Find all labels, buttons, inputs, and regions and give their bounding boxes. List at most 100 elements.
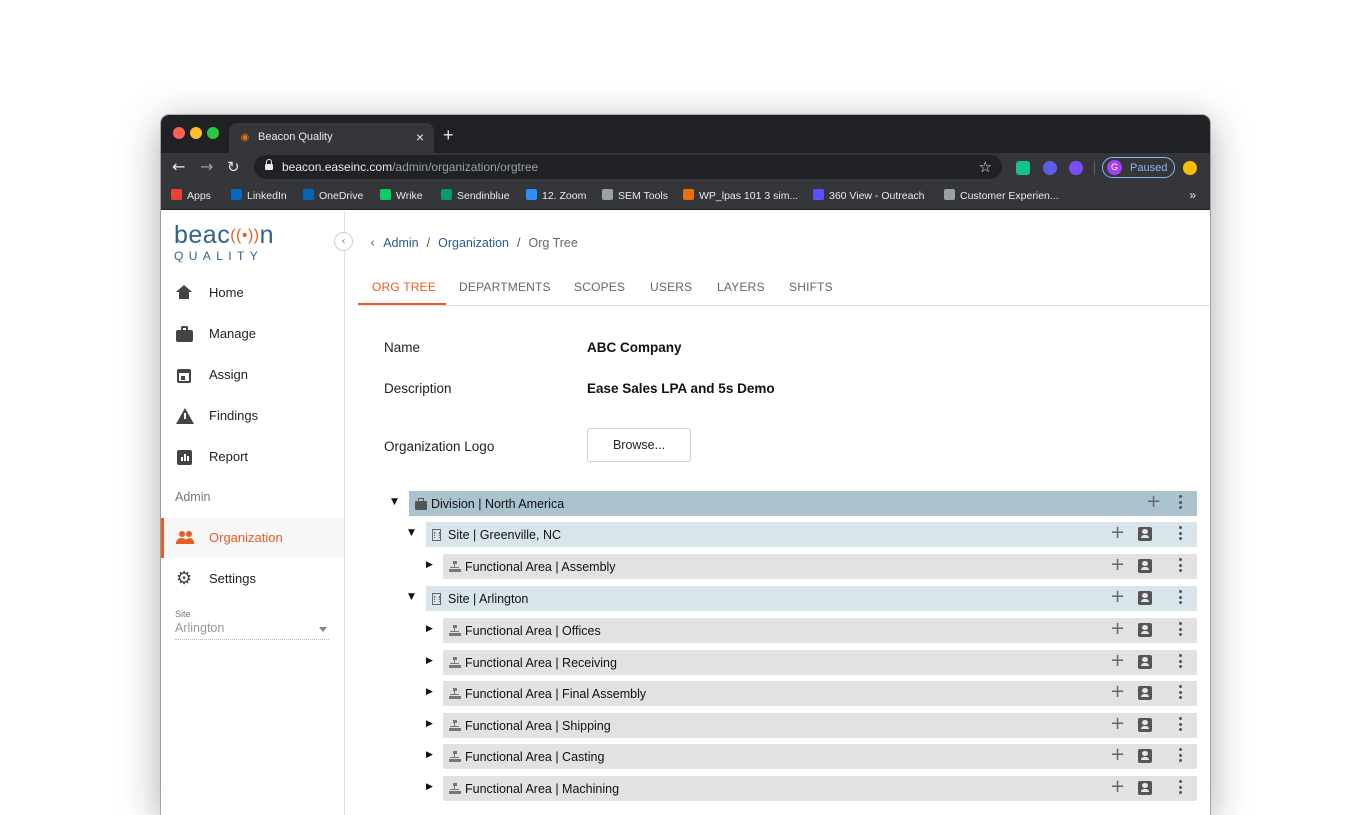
more-vert-icon[interactable] xyxy=(1179,495,1183,511)
tree-node-bar[interactable]: Functional Area | Receiving + xyxy=(443,650,1197,675)
bookmark-item[interactable]: LinkedIn xyxy=(231,189,287,202)
tab-departments[interactable]: DEPARTMENTS xyxy=(459,280,551,294)
caret-down-icon[interactable]: ▼ xyxy=(391,497,398,507)
bookmark-item[interactable]: 12. Zoom xyxy=(526,189,586,202)
bookmark-item[interactable]: Sendinblue xyxy=(441,189,510,202)
tree-node[interactable]: ▼ Site | Greenville, NC + xyxy=(345,522,1197,547)
reload-icon[interactable]: ↻ xyxy=(227,157,240,177)
bookmark-item[interactable]: 360 View - Outreach xyxy=(813,189,925,202)
caret-right-icon[interactable]: ▶ xyxy=(426,687,433,697)
assign-user-icon[interactable] xyxy=(1138,591,1152,605)
more-vert-icon[interactable] xyxy=(1179,748,1183,764)
caret-right-icon[interactable]: ▶ xyxy=(426,719,433,729)
add-child-icon[interactable]: + xyxy=(1110,523,1125,543)
tree-node[interactable]: ▼ Site | Arlington + xyxy=(345,586,1197,611)
maximize-window-button[interactable] xyxy=(207,127,219,139)
extension-icon[interactable] xyxy=(1043,161,1057,175)
tree-node-bar[interactable]: Site | Arlington + xyxy=(426,586,1197,611)
extension-icon[interactable] xyxy=(1069,161,1083,175)
caret-right-icon[interactable]: ▶ xyxy=(426,750,433,760)
more-vert-icon[interactable] xyxy=(1179,622,1183,638)
new-tab-button[interactable]: + xyxy=(443,126,454,144)
assign-user-icon[interactable] xyxy=(1138,749,1152,763)
assign-user-icon[interactable] xyxy=(1138,527,1152,541)
bookmark-item[interactable]: SEM Tools xyxy=(602,189,668,202)
bookmark-item[interactable]: OneDrive xyxy=(303,189,363,202)
tree-node-bar[interactable]: Functional Area | Shipping + xyxy=(443,713,1197,738)
tree-node-bar[interactable]: Functional Area | Machining + xyxy=(443,776,1197,801)
minimize-window-button[interactable] xyxy=(190,127,202,139)
more-bookmarks-icon[interactable]: » xyxy=(1189,188,1196,202)
sidebar-item-home[interactable]: Home xyxy=(161,273,344,313)
more-vert-icon[interactable] xyxy=(1179,526,1183,542)
bookmark-item[interactable]: Wrike xyxy=(380,189,423,202)
caret-right-icon[interactable]: ▶ xyxy=(426,624,433,634)
assign-user-icon[interactable] xyxy=(1138,655,1152,669)
add-child-icon[interactable]: + xyxy=(1110,619,1125,639)
add-child-icon[interactable]: + xyxy=(1110,651,1125,671)
assign-user-icon[interactable] xyxy=(1138,686,1152,700)
tree-node-bar[interactable]: Functional Area | Casting + xyxy=(443,744,1197,769)
close-tab-icon[interactable]: × xyxy=(416,129,424,145)
sidebar-item-assign[interactable]: Assign xyxy=(161,355,344,395)
assign-user-icon[interactable] xyxy=(1138,718,1152,732)
tree-node-bar[interactable]: Division | North America + xyxy=(409,491,1197,516)
site-select-value[interactable]: Arlington xyxy=(175,621,329,640)
tree-node[interactable]: ▶ Functional Area | Assembly + xyxy=(345,554,1197,579)
sidebar-item-manage[interactable]: Manage xyxy=(161,314,344,354)
tree-node[interactable]: ▶ Functional Area | Shipping + xyxy=(345,713,1197,738)
forward-arrow-icon[interactable]: → xyxy=(200,157,213,177)
caret-down-icon[interactable]: ▼ xyxy=(408,592,415,602)
tree-node-bar[interactable]: Functional Area | Offices + xyxy=(443,618,1197,643)
caret-right-icon[interactable]: ▶ xyxy=(426,656,433,666)
tab-users[interactable]: USERS xyxy=(650,280,692,294)
tree-node[interactable]: ▶ Functional Area | Receiving + xyxy=(345,650,1197,675)
caret-right-icon[interactable]: ▶ xyxy=(426,782,433,792)
collapse-sidebar-button[interactable]: ‹ xyxy=(334,232,353,251)
beacon-quality-logo[interactable]: beac((•))n QUALITY xyxy=(174,222,274,263)
tree-node[interactable]: ▶ Functional Area | Machining + xyxy=(345,776,1197,801)
add-child-icon[interactable]: + xyxy=(1110,587,1125,607)
tab-layers[interactable]: LAYERS xyxy=(717,280,765,294)
tree-node-bar[interactable]: Functional Area | Assembly + xyxy=(443,554,1197,579)
bookmark-star-icon[interactable]: ☆ xyxy=(979,158,992,176)
add-child-icon[interactable]: + xyxy=(1146,492,1161,512)
tree-node[interactable]: ▶ Functional Area | Casting + xyxy=(345,744,1197,769)
tree-node-bar[interactable]: Site | Greenville, NC + xyxy=(426,522,1197,547)
sidebar-item-organization[interactable]: Organization xyxy=(161,518,344,558)
tree-node[interactable]: ▶ Functional Area | Offices + xyxy=(345,618,1197,643)
more-vert-icon[interactable] xyxy=(1179,558,1183,574)
tree-node[interactable]: ▼ Division | North America + xyxy=(345,491,1197,516)
tab-scopes[interactable]: SCOPES xyxy=(574,280,625,294)
tab-shifts[interactable]: SHIFTS xyxy=(789,280,833,294)
back-arrow-icon[interactable]: ← xyxy=(172,157,185,177)
sidebar-item-report[interactable]: Report xyxy=(161,437,344,477)
more-vert-icon[interactable] xyxy=(1179,685,1183,701)
caret-down-icon[interactable]: ▼ xyxy=(408,528,415,538)
tree-node[interactable]: ▶ Functional Area | Final Assembly + xyxy=(345,681,1197,706)
browse-button[interactable]: Browse... xyxy=(587,428,691,462)
more-vert-icon[interactable] xyxy=(1179,717,1183,733)
bookmark-item[interactable]: WP_lpas 101 3 sim... xyxy=(683,189,798,202)
add-child-icon[interactable]: + xyxy=(1110,555,1125,575)
extension-icon[interactable] xyxy=(1016,161,1030,175)
profile-button[interactable]: G Paused xyxy=(1102,157,1175,178)
tree-node-bar[interactable]: Functional Area | Final Assembly + xyxy=(443,681,1197,706)
add-child-icon[interactable]: + xyxy=(1110,682,1125,702)
more-vert-icon[interactable] xyxy=(1179,654,1183,670)
assign-user-icon[interactable] xyxy=(1138,781,1152,795)
assign-user-icon[interactable] xyxy=(1138,623,1152,637)
address-bar[interactable]: beacon.easeinc.com/admin/organization/or… xyxy=(254,155,1002,179)
tab-org-tree[interactable]: ORG TREE xyxy=(372,280,436,294)
close-window-button[interactable] xyxy=(173,127,185,139)
bookmark-item[interactable]: Customer Experien... xyxy=(944,189,1059,202)
extension-icon[interactable] xyxy=(1183,161,1197,175)
add-child-icon[interactable]: + xyxy=(1110,714,1125,734)
breadcrumb-admin[interactable]: Admin xyxy=(383,236,418,250)
assign-user-icon[interactable] xyxy=(1138,559,1152,573)
more-vert-icon[interactable] xyxy=(1179,780,1183,796)
breadcrumb-organization[interactable]: Organization xyxy=(438,236,509,250)
sidebar-item-findings[interactable]: Findings xyxy=(161,396,344,436)
browser-tab[interactable]: ◉ Beacon Quality × xyxy=(229,123,434,153)
more-vert-icon[interactable] xyxy=(1179,590,1183,606)
